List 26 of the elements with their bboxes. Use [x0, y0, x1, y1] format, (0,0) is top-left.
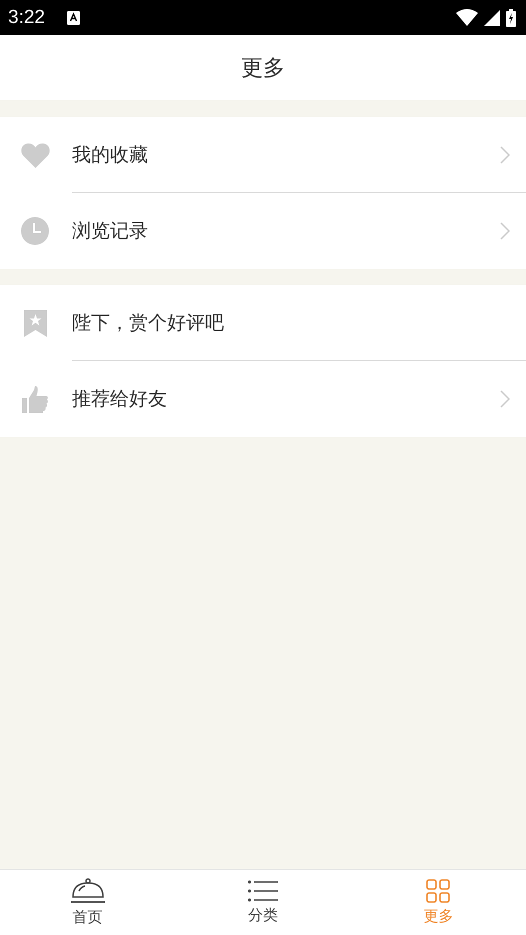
chevron-right-icon — [500, 390, 510, 408]
list-icon — [248, 880, 278, 902]
menu-item-label: 浏览记录 — [72, 219, 148, 244]
clock-time: 3:22 — [8, 6, 45, 28]
battery-icon — [506, 8, 516, 26]
signal-icon — [484, 10, 500, 26]
page-title: 更多 — [241, 54, 285, 82]
bookmark-star-icon — [24, 310, 46, 336]
keyboard-notification-icon — [66, 10, 80, 24]
menu-item[interactable]: 浏览记录 — [0, 193, 526, 269]
thumbs-up-icon — [22, 386, 48, 412]
menu-item-label: 我的收藏 — [72, 142, 148, 168]
menu-item[interactable]: 我的收藏 — [0, 117, 526, 193]
menu-item-label: 推荐给好友 — [72, 387, 167, 412]
heart-icon — [20, 142, 50, 168]
menu-item[interactable]: 陛下，赏个好评吧 — [0, 285, 526, 361]
nav-tab[interactable]: 首页 — [0, 870, 176, 935]
nav-tab[interactable]: 分类 — [175, 870, 351, 935]
chevron-right-icon — [500, 222, 510, 240]
food-cover-icon — [70, 878, 105, 904]
chevron-right-icon — [500, 146, 510, 164]
menu-item-label: 陛下，赏个好评吧 — [72, 310, 224, 336]
menu-item[interactable]: 推荐给好友 — [0, 361, 526, 437]
wifi-icon — [456, 9, 478, 26]
more-grid-icon — [426, 879, 450, 903]
clock-icon — [21, 217, 49, 245]
